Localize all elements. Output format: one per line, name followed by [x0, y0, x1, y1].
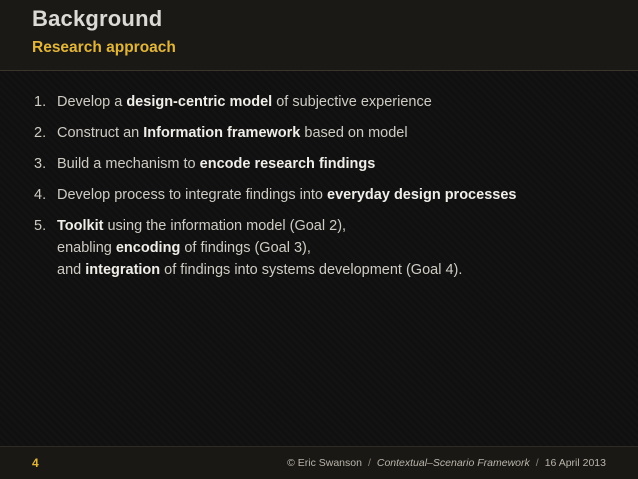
numbered-list: 1. Develop a design-centric model of subj…	[34, 91, 624, 290]
list-item-text: Toolkit using the information model (Goa…	[57, 215, 462, 281]
list-item-line: Develop a design-centric model of subjec…	[57, 91, 432, 113]
footer-credits: © Eric Swanson / Contextual–Scenario Frame…	[287, 457, 606, 469]
list-item: 2. Construct an Information framework bas…	[34, 122, 624, 144]
page-number: 4	[32, 456, 39, 470]
list-item-line: Build a mechanism to encode research fin…	[57, 153, 375, 175]
list-item-line: Toolkit using the information model (Goa…	[57, 215, 462, 237]
body-text: Build a mechanism to	[57, 156, 200, 172]
body-text: enabling	[57, 240, 116, 256]
emphasis-text: Information framework	[143, 125, 301, 141]
list-item-text: Build a mechanism to encode research fin…	[57, 153, 375, 175]
body-text: using the information model (Goal 2),	[103, 218, 347, 234]
footer-date: 16 April 2013	[544, 457, 606, 469]
emphasis-text: Toolkit	[57, 218, 104, 234]
list-item-number: 5.	[34, 218, 47, 234]
list-item-number: 2.	[34, 125, 47, 141]
list-item-number: 1.	[34, 94, 47, 110]
list-item-line: Develop process to integrate findings in…	[57, 184, 516, 206]
list-item-text: Construct an Information framework based…	[57, 122, 408, 144]
slide-subtitle: Research approach	[32, 39, 176, 56]
footer-author: © Eric Swanson	[287, 457, 362, 469]
body-text: of findings into systems development (Go…	[160, 262, 463, 278]
list-item: 3. Build a mechanism to encode research f…	[34, 153, 624, 175]
slide-footer: 4 © Eric Swanson / Contextual–Scenario Fra…	[0, 446, 638, 479]
footer-separator: /	[367, 457, 371, 469]
emphasis-text: encoding	[115, 240, 181, 256]
list-item: 1. Develop a design-centric model of subj…	[34, 91, 624, 113]
emphasis-text: everyday design processes	[327, 187, 517, 203]
list-item-text: Develop a design-centric model of subjec…	[57, 91, 432, 113]
emphasis-text: integration	[85, 262, 161, 278]
list-item: 4. Develop process to integrate findings …	[34, 184, 624, 206]
body-text: based on model	[300, 125, 408, 141]
footer-separator: /	[535, 457, 539, 469]
list-item-line: enabling encoding of findings (Goal 3),	[57, 237, 462, 259]
slide: Background Research approach 1. Develop a…	[0, 0, 638, 479]
list-item: 5. Toolkit using the information model (G…	[34, 215, 624, 281]
list-item-text: Develop process to integrate findings in…	[57, 184, 516, 206]
slide-header: Background Research approach	[0, 0, 638, 71]
list-item-number: 3.	[34, 156, 47, 172]
body-text: of findings (Goal 3),	[180, 240, 311, 256]
body-text: and	[57, 262, 86, 278]
list-item-line: Construct an Information framework based…	[57, 122, 408, 144]
emphasis-text: design-centric model	[126, 94, 273, 110]
body-text: of subjective experience	[272, 94, 432, 110]
list-item-line: and integration of findings into systems…	[57, 259, 462, 281]
footer-framework: Contextual–Scenario Framework	[376, 457, 530, 469]
list-item-number: 4.	[34, 187, 47, 203]
emphasis-text: encode research findings	[199, 156, 376, 172]
slide-title: Background	[32, 6, 163, 31]
body-text: Construct an	[57, 125, 144, 141]
body-text: Develop a	[57, 94, 127, 110]
body-text: Develop process to integrate findings in…	[57, 187, 328, 203]
